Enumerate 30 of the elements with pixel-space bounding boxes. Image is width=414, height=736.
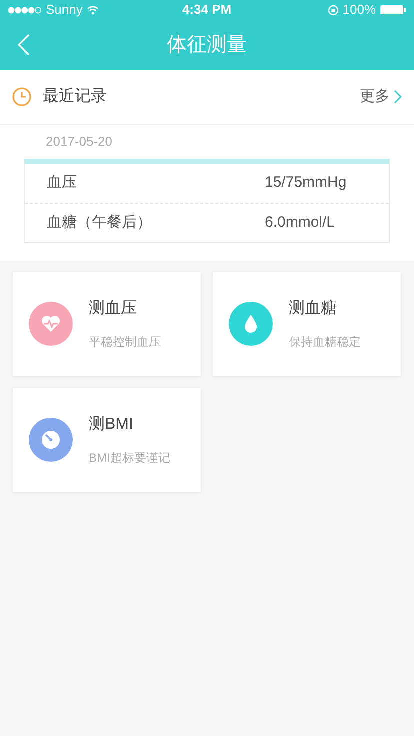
drop-icon [244, 314, 258, 334]
record-value: 15/75mmHg [265, 173, 347, 194]
measure-card[interactable]: 测BMI BMI超标要谨记 [13, 388, 201, 492]
card-subtitle: BMI超标要谨记 [89, 450, 170, 467]
page-title: 体征测量 [167, 33, 247, 58]
more-link[interactable]: 更多 [360, 86, 402, 108]
record-label: 血糖（午餐后） [47, 212, 153, 233]
battery-percent: 100% [342, 1, 376, 20]
record-date: 2017-05-20 [46, 133, 114, 151]
battery-icon [380, 5, 406, 15]
back-icon [18, 34, 30, 56]
status-time: 4:34 PM [182, 1, 232, 20]
heart-icon [41, 315, 61, 333]
card-title: 测血压 [89, 299, 138, 319]
clock-icon [12, 87, 32, 107]
section-title: 最近记录 [43, 86, 107, 107]
card-subtitle: 平稳控制血压 [89, 334, 161, 351]
wifi-icon [86, 6, 99, 14]
rotation-lock-icon [328, 4, 339, 16]
measure-card[interactable]: 测血糖 保持血糖稳定 [213, 272, 401, 376]
clock-icon [41, 430, 61, 450]
carrier-name: Sunny [46, 1, 83, 20]
record-value: 6.0mmol/L [265, 212, 336, 233]
card-subtitle: 保持血糖稳定 [289, 334, 361, 351]
signal-icon [8, 6, 42, 14]
card-title: 测血糖 [289, 298, 338, 319]
card-title: 测BMI [89, 415, 134, 435]
measure-card[interactable]: 测血压 平稳控制血压 [13, 272, 201, 376]
chevron-right-icon [394, 90, 402, 104]
record-label: 血压 [47, 173, 78, 194]
